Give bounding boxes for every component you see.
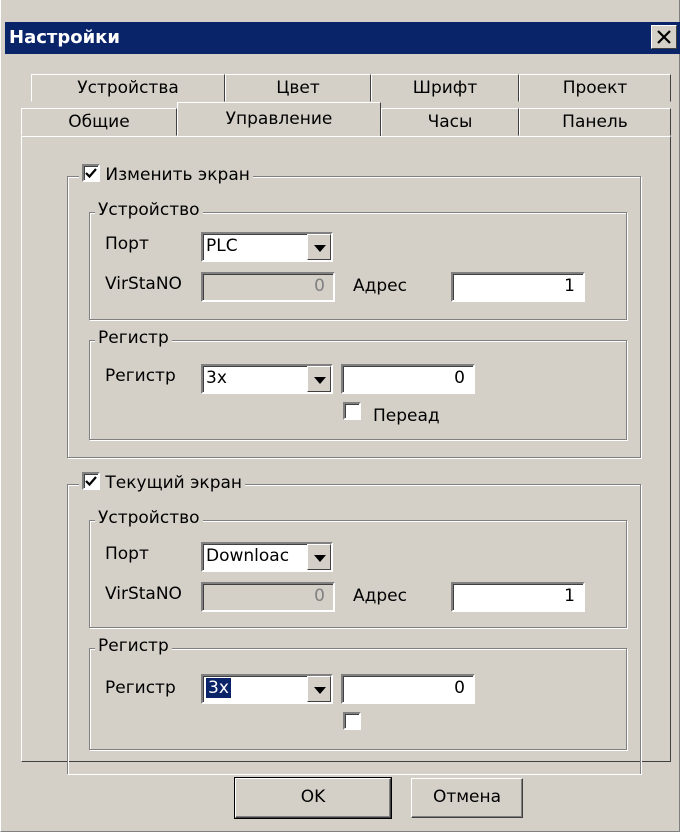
tab-clock[interactable]: Часы xyxy=(381,108,519,136)
current-virstano-input: 0 xyxy=(201,582,335,612)
current-device-legend: Устройство xyxy=(95,508,203,528)
change-port-select[interactable]: PLC xyxy=(201,232,333,262)
checkmark-icon xyxy=(85,476,97,487)
change-port-label: Порт xyxy=(105,234,149,254)
cancel-button[interactable]: Отмена xyxy=(411,778,523,818)
tab-devices[interactable]: Устройства xyxy=(31,74,225,102)
chevron-down-icon[interactable] xyxy=(307,544,331,570)
change-register-label: Регистр xyxy=(105,366,176,386)
current-port-label: Порт xyxy=(105,544,149,564)
change-reverse-checkbox[interactable] xyxy=(343,402,361,420)
close-icon xyxy=(657,30,671,44)
change-register-select[interactable]: 3x xyxy=(201,364,333,394)
current-screen-label: Текущий экран xyxy=(105,473,243,493)
current-virstano-label: VirStaNO xyxy=(105,584,182,604)
current-screen-checkbox[interactable] xyxy=(82,472,100,490)
current-register-number-input[interactable]: 0 xyxy=(341,674,475,704)
checkmark-icon xyxy=(85,168,97,179)
change-register-legend: Регистр xyxy=(95,328,172,348)
change-register-number-input[interactable]: 0 xyxy=(341,364,475,394)
current-register-label: Регистр xyxy=(105,678,176,698)
change-screen-checkbox[interactable] xyxy=(82,164,100,182)
change-virstano-input: 0 xyxy=(201,272,335,302)
tab-project[interactable]: Проект xyxy=(519,74,671,102)
close-button[interactable] xyxy=(651,25,677,49)
current-register-legend: Регистр xyxy=(95,636,172,656)
tab-control[interactable]: Управление xyxy=(177,102,381,136)
change-reverse-label: Переад xyxy=(373,406,440,426)
current-port-select[interactable]: Downloac xyxy=(201,542,333,572)
current-port-value: Downloac xyxy=(206,546,290,566)
current-screen-legend: Текущий экран xyxy=(79,472,246,493)
chevron-down-icon[interactable] xyxy=(307,366,331,392)
settings-dialog: Настройки Устройства Цвет Шрифт Проект О… xyxy=(0,0,680,832)
change-register-value: 3x xyxy=(206,368,227,388)
current-address-input[interactable]: 1 xyxy=(451,582,585,612)
current-register-select[interactable]: 3x xyxy=(201,674,333,704)
current-register-value: 3x xyxy=(206,678,231,698)
tab-general[interactable]: Общие xyxy=(21,108,177,136)
tab-color[interactable]: Цвет xyxy=(225,74,371,102)
change-screen-label: Изменить экран xyxy=(105,165,250,185)
change-virstano-label: VirStaNO xyxy=(105,274,182,294)
change-port-value: PLC xyxy=(206,236,238,256)
window-title: Настройки xyxy=(9,27,121,48)
change-device-legend: Устройство xyxy=(95,200,203,220)
ok-button[interactable]: OK xyxy=(234,777,392,819)
tab-panel[interactable]: Панель xyxy=(519,108,671,136)
current-extra-checkbox[interactable] xyxy=(343,712,361,730)
chevron-down-icon[interactable] xyxy=(307,234,331,260)
change-address-label: Адрес xyxy=(353,276,407,296)
title-bar[interactable]: Настройки xyxy=(5,22,680,54)
tab-font[interactable]: Шрифт xyxy=(371,74,519,102)
current-address-label: Адрес xyxy=(353,586,407,606)
chevron-down-icon[interactable] xyxy=(307,676,331,702)
change-address-input[interactable]: 1 xyxy=(451,272,585,302)
change-screen-legend: Изменить экран xyxy=(79,164,253,185)
change-device-group xyxy=(89,212,627,320)
